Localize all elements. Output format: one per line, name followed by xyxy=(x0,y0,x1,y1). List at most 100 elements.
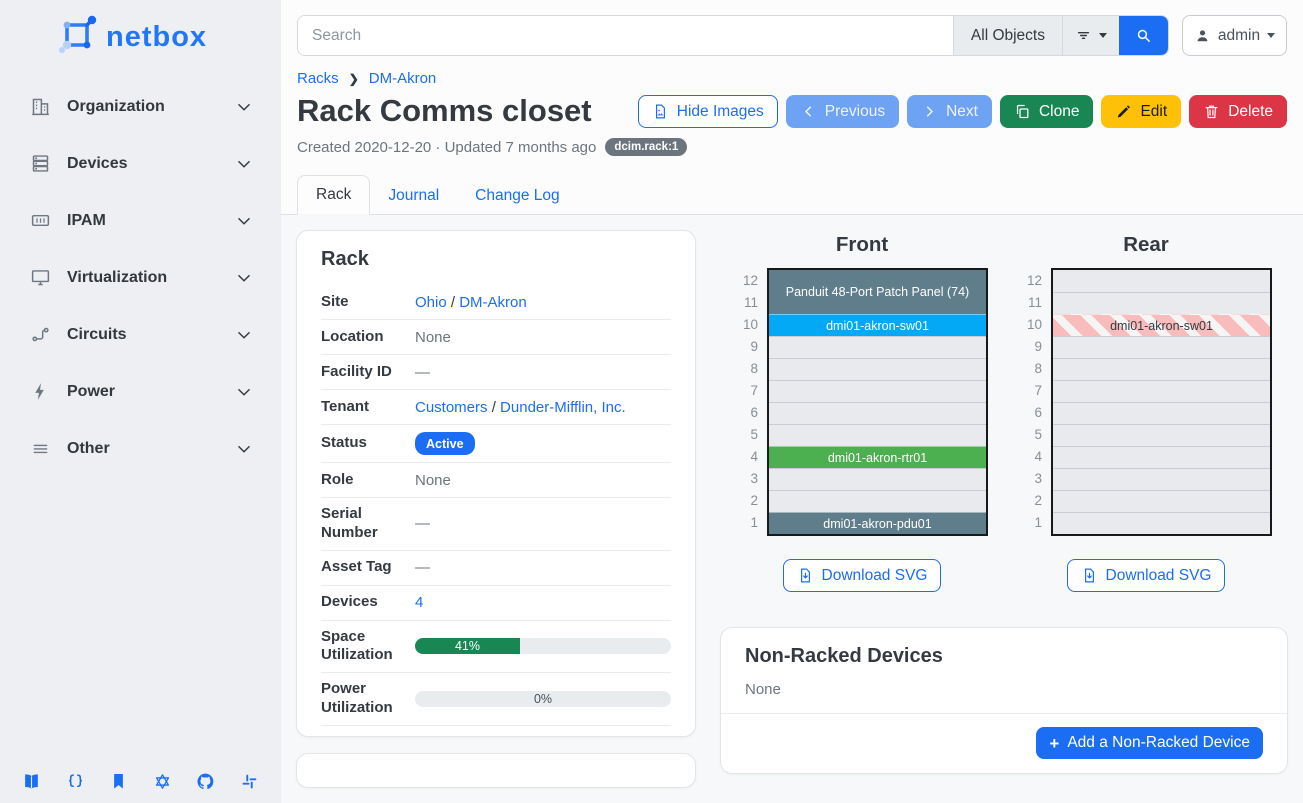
user-menu-button[interactable]: admin xyxy=(1182,15,1287,56)
netbox-logo[interactable]: netbox xyxy=(0,0,281,64)
front-download-svg-button[interactable]: Download SVG xyxy=(783,559,942,592)
rack-device-slot[interactable]: Panduit 48-Port Patch Panel (74) xyxy=(769,270,986,314)
chevron-left-icon xyxy=(800,103,817,120)
rack-empty-slot[interactable] xyxy=(769,424,986,446)
unit-number: 9 xyxy=(1020,336,1042,358)
site-link[interactable]: DM-Akron xyxy=(459,294,527,311)
rack-empty-slot[interactable] xyxy=(769,402,986,424)
attr-row-power-utilization: Power Utilization 0% xyxy=(321,673,671,726)
search-group: All Objects xyxy=(297,15,1169,56)
github-icon[interactable] xyxy=(196,772,215,791)
rack-empty-slot[interactable] xyxy=(1053,402,1270,424)
rack-empty-slot[interactable] xyxy=(1053,490,1270,512)
rack-device-slot[interactable]: dmi01-akron-pdu01 xyxy=(769,512,986,534)
sidebar-item-devices[interactable]: Devices xyxy=(0,135,281,192)
unit-number: 12 xyxy=(736,270,758,292)
tab-journal[interactable]: Journal xyxy=(370,177,457,215)
attr-row-facility-id: Facility ID — xyxy=(321,355,671,390)
unit-number: 7 xyxy=(736,380,758,402)
lines-icon xyxy=(30,438,52,460)
breadcrumb: Racks ❯ DM-Akron xyxy=(297,70,1287,87)
plus-icon: + xyxy=(1049,735,1059,752)
sidebar-item-virtualization[interactable]: Virtualization xyxy=(0,249,281,306)
unit-number: 11 xyxy=(736,292,758,314)
rack-empty-slot[interactable] xyxy=(769,490,986,512)
counter-icon xyxy=(30,210,52,232)
non-racked-devices-panel: Non-Racked Devices None + Add a Non-Rack… xyxy=(720,627,1288,774)
rack-empty-slot[interactable] xyxy=(769,468,986,490)
attr-row-location: Location None xyxy=(321,320,671,355)
hide-images-button[interactable]: Hide Images xyxy=(638,95,778,128)
tab-change-log[interactable]: Change Log xyxy=(457,177,577,215)
chevron-down-icon xyxy=(233,324,255,346)
object-meta: Created 2020-12-20 · Updated 7 months ag… xyxy=(297,138,1287,156)
book-icon[interactable] xyxy=(22,772,41,791)
next-button[interactable]: Next xyxy=(907,95,992,128)
sidebar-item-ipam[interactable]: IPAM xyxy=(0,192,281,249)
unit-number: 4 xyxy=(736,446,758,468)
breadcrumb-link-site[interactable]: DM-Akron xyxy=(369,70,437,87)
sidebar-item-label: Virtualization xyxy=(67,269,233,287)
rack-view-rear: Rear 121110987654321 dmi01-akron-sw01 Do… xyxy=(1004,230,1288,592)
rack-empty-slot[interactable] xyxy=(1053,468,1270,490)
chevron-down-icon xyxy=(233,381,255,403)
tenant-group-link[interactable]: Customers xyxy=(415,399,488,416)
content-area: Rack Site Ohio / DM-Akron Location None xyxy=(281,215,1303,803)
rack-device-slot[interactable]: dmi01-akron-sw01 xyxy=(1053,314,1270,336)
sidebar-item-power[interactable]: Power xyxy=(0,363,281,420)
rack-device-slot[interactable]: dmi01-akron-sw01 xyxy=(769,314,986,336)
rack-panel-title: Rack xyxy=(321,248,671,271)
rear-download-svg-button[interactable]: Download SVG xyxy=(1067,559,1226,592)
community-icon[interactable] xyxy=(153,772,172,791)
slack-icon[interactable] xyxy=(240,772,259,791)
rack-empty-slot[interactable] xyxy=(1053,336,1270,358)
attr-row-space-utilization: Space Utilization 41% xyxy=(321,621,671,674)
tab-bar: Rack Journal Change Log xyxy=(281,175,1303,215)
tenant-link[interactable]: Dunder-Mifflin, Inc. xyxy=(500,399,626,416)
clone-button[interactable]: Clone xyxy=(1000,95,1094,128)
unit-number: 5 xyxy=(736,424,758,446)
bookmark-icon[interactable] xyxy=(109,772,128,791)
netbox-wordmark: netbox xyxy=(106,21,207,54)
rack-empty-slot[interactable] xyxy=(1053,270,1270,292)
sidebar-item-label: Organization xyxy=(67,98,233,116)
previous-button[interactable]: Previous xyxy=(786,95,899,128)
tab-rack[interactable]: Rack xyxy=(297,175,370,215)
rack-empty-slot[interactable] xyxy=(1053,292,1270,314)
unit-number: 10 xyxy=(736,314,758,336)
sidebar-item-label: IPAM xyxy=(67,212,233,230)
code-braces-icon[interactable] xyxy=(66,772,85,791)
site-region-link[interactable]: Ohio xyxy=(415,294,447,311)
rack-empty-slot[interactable] xyxy=(769,380,986,402)
next-panel-stub xyxy=(296,753,696,789)
devices-count-link[interactable]: 4 xyxy=(415,594,423,611)
rack-empty-slot[interactable] xyxy=(1053,512,1270,534)
front-rack-elevation: Panduit 48-Port Patch Panel (74)dmi01-ak… xyxy=(767,268,988,536)
edit-button[interactable]: Edit xyxy=(1101,95,1181,128)
unit-number: 10 xyxy=(1020,314,1042,336)
delete-button[interactable]: Delete xyxy=(1189,95,1287,128)
sidebar-item-other[interactable]: Other xyxy=(0,420,281,477)
rack-empty-slot[interactable] xyxy=(1053,446,1270,468)
add-non-racked-device-button[interactable]: + Add a Non-Racked Device xyxy=(1036,727,1263,759)
file-download-icon xyxy=(1081,567,1098,584)
unit-number: 1 xyxy=(736,512,758,534)
attr-row-role: Role None xyxy=(321,463,671,498)
rack-empty-slot[interactable] xyxy=(1053,424,1270,446)
sidebar-item-organization[interactable]: Organization xyxy=(0,78,281,135)
rack-empty-slot[interactable] xyxy=(1053,380,1270,402)
page-actions: Hide Images Previous Next Clone Edit xyxy=(638,95,1287,128)
front-title: Front xyxy=(836,233,888,257)
breadcrumb-link-racks[interactable]: Racks xyxy=(297,70,339,87)
sidebar-item-circuits[interactable]: Circuits xyxy=(0,306,281,363)
rack-empty-slot[interactable] xyxy=(1053,358,1270,380)
rack-device-slot[interactable]: dmi01-akron-rtr01 xyxy=(769,446,986,468)
rack-empty-slot[interactable] xyxy=(769,358,986,380)
search-filter-button[interactable] xyxy=(1062,16,1119,55)
search-scope-button[interactable]: All Objects xyxy=(953,16,1062,55)
search-input[interactable] xyxy=(298,16,953,55)
rear-rack-elevation: dmi01-akron-sw01 xyxy=(1051,268,1272,536)
rack-empty-slot[interactable] xyxy=(769,336,986,358)
unit-number: 9 xyxy=(736,336,758,358)
search-submit-button[interactable] xyxy=(1119,16,1168,55)
